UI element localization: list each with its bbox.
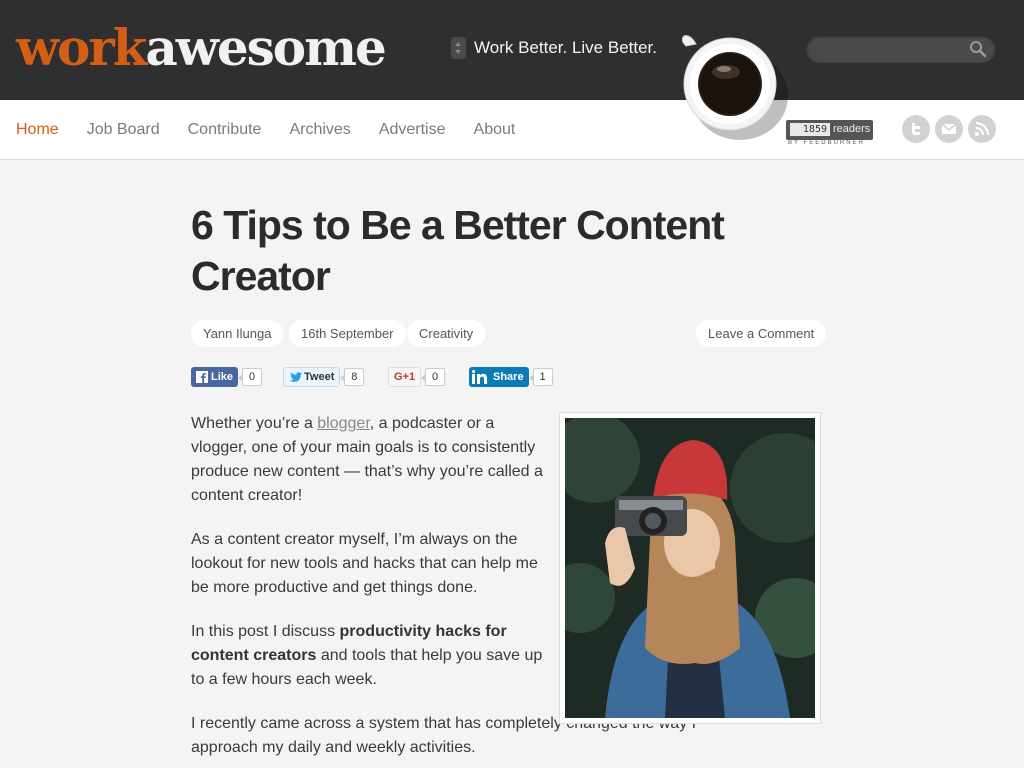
nav-home[interactable]: Home [16,121,59,139]
facebook-share: Like 0 [191,367,263,387]
article-image [559,412,821,724]
search-icon[interactable] [968,40,988,58]
google-plus-count: 0 [421,368,446,386]
author-pill[interactable]: Yann Ilunga [191,320,284,347]
category-pill[interactable]: Creativity [407,320,486,347]
google-plus-button[interactable]: G+1 [388,367,422,387]
blogger-link[interactable]: blogger [317,415,370,432]
coffee-cup-illustration [681,35,788,140]
site-header: workawesome Work Better. Live Better. [0,0,1024,100]
google-share: G+1 0 [388,367,446,387]
nav-archives[interactable]: Archives [289,121,350,139]
paragraph-text: In this post I discuss [191,623,340,640]
linkedin-icon [472,370,487,384]
photographer-photo [565,418,815,718]
facebook-like-count: 0 [238,368,263,386]
feedburner-counter[interactable]: 1859 readers [786,120,873,140]
twitter-share: Tweet 8 [283,367,365,387]
paragraph-text: Whether you’re a [191,415,318,432]
nav-job-board[interactable]: Job Board [87,121,160,139]
nav-contribute[interactable]: Contribute [188,121,262,139]
site-tagline: Work Better. Live Better. [474,38,657,57]
google-plus-label: G+1 [394,371,416,383]
linkedin-share: Share 1 [469,367,553,387]
logo-awesome-text: awesome [145,18,386,77]
nav-about[interactable]: About [474,121,516,139]
twitter-icon [912,123,920,135]
rss-icon [975,122,989,136]
reader-count: 1859 [790,123,830,136]
facebook-icon [196,371,208,383]
leave-comment-link[interactable]: Leave a Comment [696,320,827,347]
header-divider-icon [451,37,466,59]
nav-advertise[interactable]: Advertise [379,121,446,139]
rss-button[interactable] [968,115,996,143]
feedburner-byline: BY FEEDBURNER [788,140,865,146]
linkedin-share-count: 1 [528,368,553,386]
reader-label: readers [833,123,871,135]
date-pill[interactable]: 16th September [289,320,406,347]
facebook-like-button[interactable]: Like [191,367,239,387]
site-logo[interactable]: workawesome [16,18,387,77]
article-paragraph: In this post I discuss productivity hack… [191,620,547,692]
article-title: 6 Tips to Be a Better Content Creator [191,202,725,299]
email-icon [941,123,957,134]
linkedin-share-button[interactable]: Share [469,367,529,387]
tweet-count: 8 [340,368,365,386]
article-paragraph: As a content creator myself, I’m always … [191,531,538,596]
article-paragraph: Whether you’re a blogger, a podcaster or… [191,412,551,508]
main-nav: Home Job Board Contribute Archives Adver… [16,100,543,160]
tweet-button[interactable]: Tweet [283,367,341,387]
email-button[interactable] [935,115,963,143]
tweet-label: Tweet [304,371,335,383]
logo-work-text: work [16,18,147,77]
linkedin-share-label: Share [493,371,524,383]
facebook-like-label: Like [211,371,234,383]
twitter-bird-icon [289,371,302,382]
twitter-button[interactable] [902,115,930,143]
